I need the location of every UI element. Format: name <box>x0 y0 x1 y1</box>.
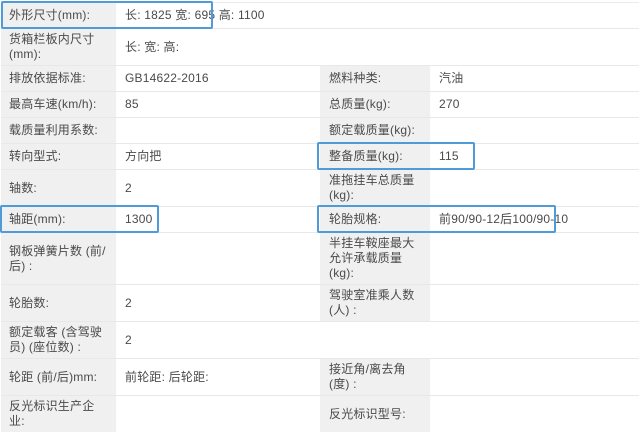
field-label: 总质量(kg): <box>321 92 431 117</box>
field-label: 轮胎规格: <box>321 207 431 232</box>
field-value: 前轮距: 后轮距: <box>117 359 321 395</box>
field-value: 方向把 <box>117 144 321 169</box>
field-value: 2 <box>117 170 321 206</box>
field-label: 额定载质量(kg): <box>321 118 431 143</box>
field-value: 1300 <box>117 207 321 232</box>
field-value: 长: 宽: 高: <box>117 29 321 65</box>
field-value: 2 <box>117 285 321 321</box>
field-label: 转向型式: <box>1 144 117 169</box>
vehicle-spec-page: 外形尺寸(mm): 长: 1825 宽: 695 高: 1100 货箱栏板内尺寸… <box>0 0 640 432</box>
field-label: 整备质量(kg): <box>321 144 431 169</box>
field-value <box>431 118 639 143</box>
field-label: 准拖挂车总质量(kg): <box>321 170 431 206</box>
field-value <box>431 359 639 395</box>
spec-row-dimensions: 外形尺寸(mm): 长: 1825 宽: 695 高: 1100 <box>1 1 639 29</box>
field-value: 85 <box>117 92 321 117</box>
spec-row-emission-fuel: 排放依据标准: GB14622-2016 燃料种类: 汽油 <box>1 66 639 92</box>
field-value <box>431 233 639 284</box>
field-label: 钢板弹簧片数 (前/后) : <box>1 233 117 284</box>
field-value: GB14622-2016 <box>117 66 321 91</box>
spec-row-axles: 轴数: 2 准拖挂车总质量(kg): <box>1 170 639 207</box>
field-label: 最高车速(km/h): <box>1 92 117 117</box>
field-label: 排放依据标准: <box>1 66 117 91</box>
field-value <box>431 170 639 206</box>
field-value <box>431 396 639 432</box>
field-label: 外形尺寸(mm): <box>1 3 117 28</box>
field-value <box>117 233 321 284</box>
field-value: 115 <box>431 144 639 169</box>
field-value: 2 <box>117 322 321 358</box>
field-label: 额定载客 (含驾驶员) (座位数) : <box>1 322 117 358</box>
field-value <box>431 285 639 321</box>
spec-row-tire-count-cab: 轮胎数: 2 驾驶室准乘人数 (人) : <box>1 285 639 322</box>
field-label: 驾驶室准乘人数 (人) : <box>321 285 431 321</box>
spec-row-cargo-box: 货箱栏板内尺寸(mm): 长: 宽: 高: <box>1 29 639 66</box>
field-label: 轮距 (前/后)mm: <box>1 359 117 395</box>
field-label: 载质量利用系数: <box>1 118 117 143</box>
spec-row-wheelbase-tires: 轴距(mm): 1300 轮胎规格: 前90/90-12后100/90-10 <box>0 205 639 233</box>
field-label <box>321 3 431 28</box>
field-label: 半挂车鞍座最大允许承载质量(kg): <box>321 233 431 284</box>
field-value <box>117 118 321 143</box>
field-label: 接近角/离去角 (度) : <box>321 359 431 395</box>
field-value <box>431 29 639 65</box>
field-label: 反光标识生产企业: <box>1 396 117 432</box>
spec-row-speed-mass: 最高车速(km/h): 85 总质量(kg): 270 <box>1 92 639 118</box>
field-label: 反光标识型号: <box>321 396 431 432</box>
field-value: 270 <box>431 92 639 117</box>
field-value <box>431 322 639 358</box>
field-label: 轴数: <box>1 170 117 206</box>
spec-row-springs-saddle: 钢板弹簧片数 (前/后) : 半挂车鞍座最大允许承载质量(kg): <box>1 233 639 285</box>
field-value: 前90/90-12后100/90-10 <box>431 207 639 232</box>
field-label: 货箱栏板内尺寸(mm): <box>1 29 117 65</box>
field-label: 燃料种类: <box>321 66 431 91</box>
field-value: 长: 1825 宽: 695 高: 1100 <box>117 3 321 28</box>
field-value <box>431 3 639 28</box>
spec-row-seating: 额定载客 (含驾驶员) (座位数) : 2 <box>1 322 639 359</box>
spec-row-load-factor: 载质量利用系数: 额定载质量(kg): <box>1 118 639 144</box>
field-value <box>117 396 321 432</box>
spec-row-reflective-maker: 反光标识生产企业: 反光标识型号: <box>1 396 639 432</box>
vehicle-spec-table: 外形尺寸(mm): 长: 1825 宽: 695 高: 1100 货箱栏板内尺寸… <box>0 1 639 432</box>
field-label <box>321 322 431 358</box>
spec-row-track-angles: 轮距 (前/后)mm: 前轮距: 后轮距: 接近角/离去角 (度) : <box>1 359 639 396</box>
field-value: 汽油 <box>431 66 639 91</box>
field-label: 轴距(mm): <box>1 207 117 232</box>
field-label <box>321 29 431 65</box>
spec-row-steering-curbweight: 转向型式: 方向把 整备质量(kg): 115 <box>1 142 639 170</box>
field-label: 轮胎数: <box>1 285 117 321</box>
